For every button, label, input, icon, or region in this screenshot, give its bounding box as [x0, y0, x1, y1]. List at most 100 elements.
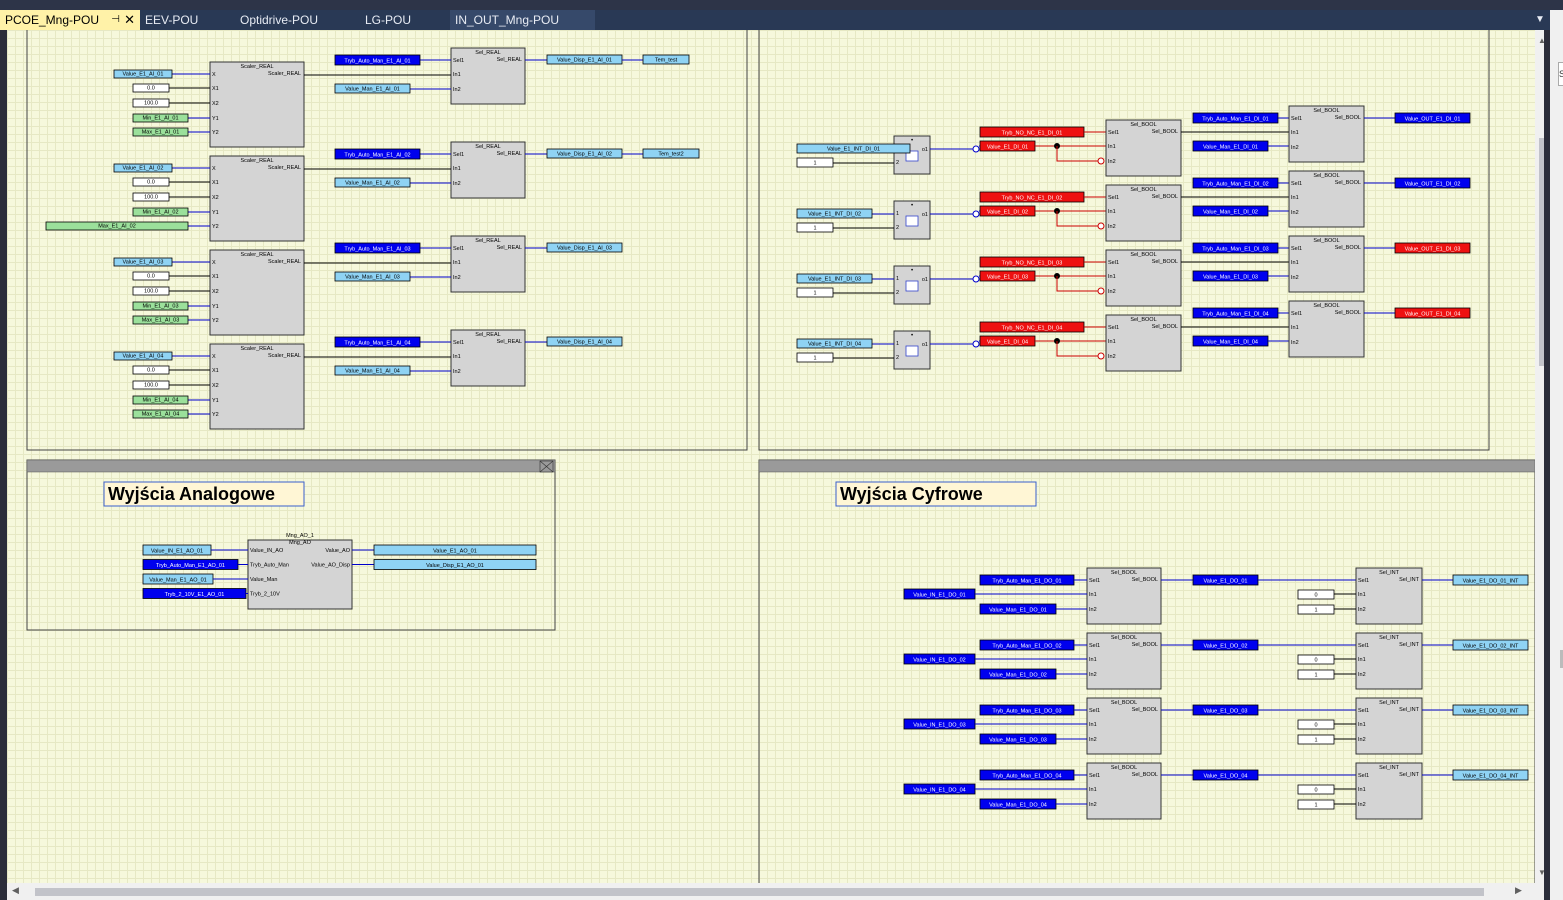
var-value-man-ai-label: Value_Man_E1_AI_04 [345, 369, 400, 375]
const-one-label: 1 [1314, 673, 1317, 679]
close-icon[interactable]: ✕ [124, 10, 135, 30]
sel-real-block-output-pin: Sel_REAL [497, 245, 522, 251]
sel-bool-block-output-pin: Sel_BOOL [1335, 115, 1361, 121]
gate-marker: • [911, 203, 913, 209]
const-one-label: 1 [813, 161, 816, 167]
sel-bool-block-input-pin: In2 [1108, 354, 1116, 360]
sel-int-block-input-pin: Sel1 [1358, 708, 1369, 714]
sel-real-block-type: Sel_REAL [475, 144, 500, 150]
tab-optidrive-pou[interactable]: Optidrive-POU [235, 10, 360, 30]
const-one-label: 1 [813, 226, 816, 232]
scaler-real-block-input-pin: Y2 [212, 412, 219, 418]
scaler-real-block-input-pin: X2 [212, 195, 219, 201]
sel-int-block-input-pin: In2 [1358, 802, 1366, 808]
wire [1056, 211, 1098, 227]
var-value-man-do-label: Value_Man_E1_DO_04 [989, 803, 1047, 809]
tab-pcoe-mng-pou[interactable]: PCOE_Mng-POU ⊣ ✕ [0, 10, 140, 30]
sel-int-block-input-pin: In2 [1358, 672, 1366, 678]
sel-bool-block-input-pin: Sel1 [1291, 116, 1302, 122]
chevron-down-icon[interactable]: ▼ [1533, 11, 1547, 29]
sel-bool-block-input-pin: In2 [1291, 340, 1299, 346]
var-tryb-no-nc-di-label: Tryb_NO_NC_E1_DI_04 [1002, 326, 1063, 332]
var-min-ai-label: Min_E1_AI_04 [142, 398, 178, 404]
const-one-label: 1 [1314, 803, 1317, 809]
sel-bool-block-input-pin: Sel1 [1108, 195, 1119, 201]
scaler-real-block-type: Scaler_REAL [240, 158, 273, 164]
sel-bool-block-input-pin: In1 [1291, 195, 1299, 201]
const-x1-label: 0.0 [147, 180, 155, 186]
scrollbar-thumb[interactable] [1539, 138, 1544, 366]
sel-bool-block-input-pin: In1 [1291, 130, 1299, 136]
tab-eev-pou[interactable]: EEV-POU [140, 10, 235, 30]
const-x1-label: 0.0 [147, 86, 155, 92]
scaler-real-block-type: Scaler_REAL [240, 346, 273, 352]
sel-bool-block-input-pin: In2 [1108, 159, 1116, 165]
side-panel-edge: S [1550, 10, 1563, 900]
mng-ao-input-pin: Value_IN_AO [250, 548, 284, 554]
sel-bool-block-input-pin: In2 [1089, 672, 1097, 678]
scaler-real-block-input-pin: X1 [212, 86, 219, 92]
scaler-real-block-input-pin: X [212, 354, 216, 360]
var-value-in-do-label: Value_IN_E1_DO_03 [913, 723, 966, 729]
sel-bool-block-input-pin: In2 [1089, 737, 1097, 743]
var-tryb-auto-man-di-label: Tryb_Auto_Man_E1_DI_01 [1202, 117, 1268, 123]
horizontal-scrollbar[interactable]: ◀ ▶ [7, 883, 1544, 900]
sel-int-block-input-pin: In2 [1358, 737, 1366, 743]
var-value-di-label: Value_E1_DI_02 [987, 210, 1028, 216]
sel-real-block-input-pin: In1 [453, 260, 461, 266]
tab-in-out-mng-pou[interactable]: IN_OUT_Mng-POU [450, 10, 595, 30]
sel-int-block-input-pin: Sel1 [1358, 773, 1369, 779]
var-tryb-auto-man-ai-label: Tryb_Auto_Man_E1_AI_01 [344, 59, 410, 65]
tab-label: EEV-POU [145, 13, 199, 27]
gate-output-pin: o1 [922, 342, 928, 348]
scrollbar-thumb[interactable] [35, 888, 1484, 896]
sel-bool-block-type: Sel_BOOL [1130, 252, 1156, 258]
sel-bool-block-output-pin: Sel_BOOL [1152, 324, 1178, 330]
const-x1-label: 0.0 [147, 368, 155, 374]
fbd-diagram[interactable]: Wejścia AnalogoweWejścia CyfroweWyjścia … [7, 30, 1535, 883]
sel-bool-block-input-pin: Sel1 [1291, 246, 1302, 252]
vertical-scrollbar[interactable]: ▲ ▼ [1535, 30, 1544, 883]
const-x2-label: 100.0 [144, 195, 158, 201]
sel-bool-block-type: Sel_BOOL [1111, 700, 1137, 706]
sel-real-block-type: Sel_REAL [475, 238, 500, 244]
var-value-ai-label: Value_E1_AI_02 [123, 166, 164, 172]
sel-int-block-input-pin: In1 [1358, 657, 1366, 663]
scroll-left-arrow-icon[interactable]: ◀ [12, 885, 19, 896]
side-panel-field[interactable]: S [1558, 62, 1563, 86]
scroll-down-arrow-icon[interactable]: ▼ [1538, 868, 1544, 877]
sel-real-block-input-pin: In2 [453, 369, 461, 375]
sel-bool-block-input-pin: In1 [1108, 209, 1116, 215]
var-ao-output-label: Value_E1_AO_01 [433, 549, 477, 555]
sel-bool-block-input-pin: Sel1 [1108, 325, 1119, 331]
const-zero-label: 0 [1314, 723, 1317, 729]
const-one-label: 1 [813, 291, 816, 297]
scroll-right-arrow-icon[interactable]: ▶ [1515, 885, 1522, 896]
var-value-out-di-label: Value_OUT_E1_DI_03 [1405, 247, 1461, 253]
scroll-up-arrow-icon[interactable]: ▲ [1538, 36, 1544, 45]
sel-bool-block-type: Sel_BOOL [1313, 173, 1339, 179]
sel-real-block-input-pin: Sel1 [453, 246, 464, 252]
sel-bool-block-type: Sel_BOOL [1313, 108, 1339, 114]
mng-ao-instance-name: Mng_AO_1 [286, 533, 314, 539]
fbd-editor-canvas[interactable]: Wejścia AnalogoweWejścia CyfroweWyjścia … [7, 30, 1544, 883]
scaler-real-block-output-pin: Scaler_REAL [268, 259, 301, 265]
sel-bool-block-type: Sel_BOOL [1313, 303, 1339, 309]
wire [1056, 146, 1098, 162]
var-ao-input-label: Tryb_Auto_Man_E1_AO_01 [156, 563, 225, 569]
sel-bool-block-input-pin: In1 [1089, 657, 1097, 663]
pin-icon[interactable]: ⊣ [111, 10, 120, 30]
const-zero-label: 0 [1314, 788, 1317, 794]
scaler-real-block-input-pin: Y1 [212, 398, 219, 404]
var-value-ai-label: Value_E1_AI_03 [123, 260, 164, 266]
const-zero-label: 0 [1314, 658, 1317, 664]
scaler-real-block-output-pin: Scaler_REAL [268, 165, 301, 171]
scaler-real-block-input-pin: X2 [212, 289, 219, 295]
tab-lg-pou[interactable]: LG-POU [360, 10, 450, 30]
var-tryb-auto-man-ai-label: Tryb_Auto_Man_E1_AI_02 [344, 153, 410, 159]
var-value-ai-label: Value_E1_AI_01 [123, 72, 164, 78]
sel-int-block-type: Sel_INT [1379, 570, 1400, 576]
sel-real-block-input-pin: Sel1 [453, 152, 464, 158]
sel-real-block-input-pin: Sel1 [453, 340, 464, 346]
tab-label: Optidrive-POU [240, 13, 319, 27]
